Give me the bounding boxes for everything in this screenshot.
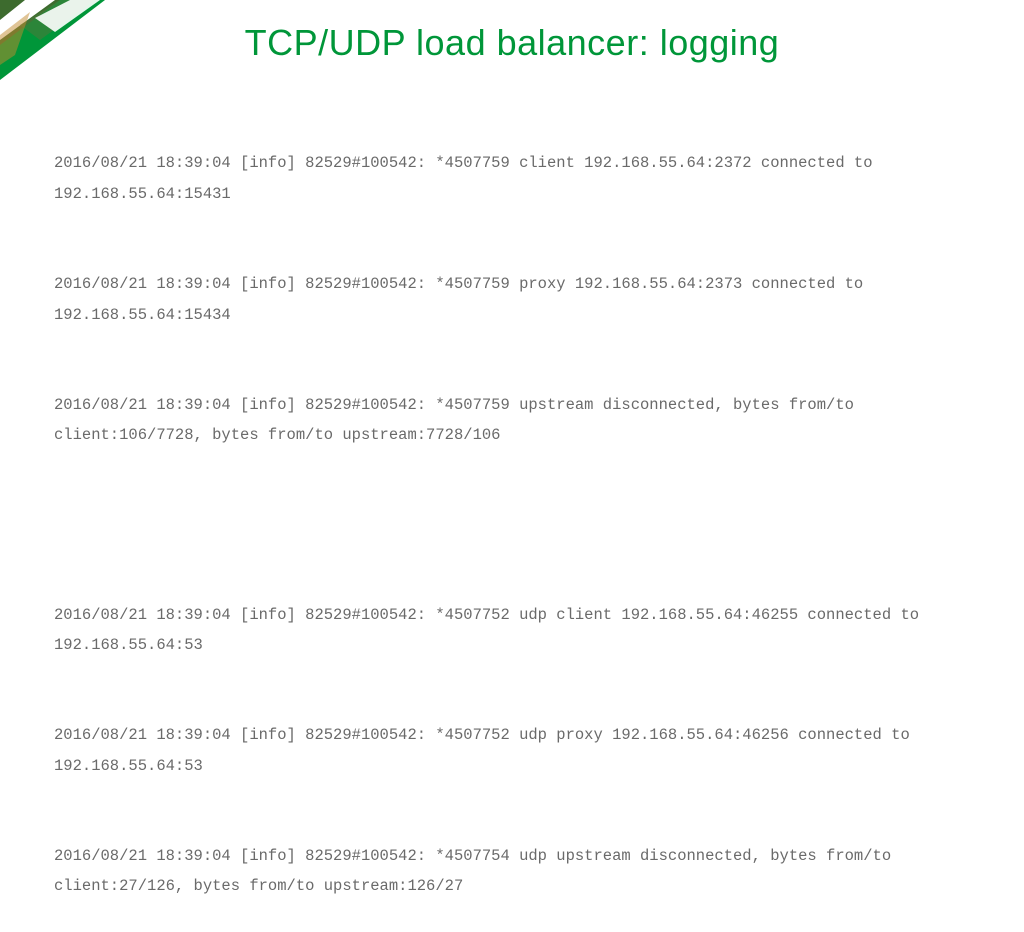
slide-title: TCP/UDP load balancer: logging (0, 22, 1024, 64)
log-line: 2016/08/21 18:39:04 [info] 82529#100542:… (54, 720, 970, 780)
log-line: 2016/08/21 18:39:04 [info] 82529#100542:… (54, 148, 970, 208)
log-output: 2016/08/21 18:39:04 [info] 82529#100542:… (54, 88, 970, 932)
log-line: 2016/08/21 18:39:04 [info] 82529#100542:… (54, 841, 970, 901)
log-line: 2016/08/21 18:39:04 [info] 82529#100542:… (54, 269, 970, 329)
log-line: 2016/08/21 18:39:04 [info] 82529#100542:… (54, 600, 970, 660)
log-line: 2016/08/21 18:39:04 [info] 82529#100542:… (54, 390, 970, 450)
log-separator (54, 511, 970, 539)
